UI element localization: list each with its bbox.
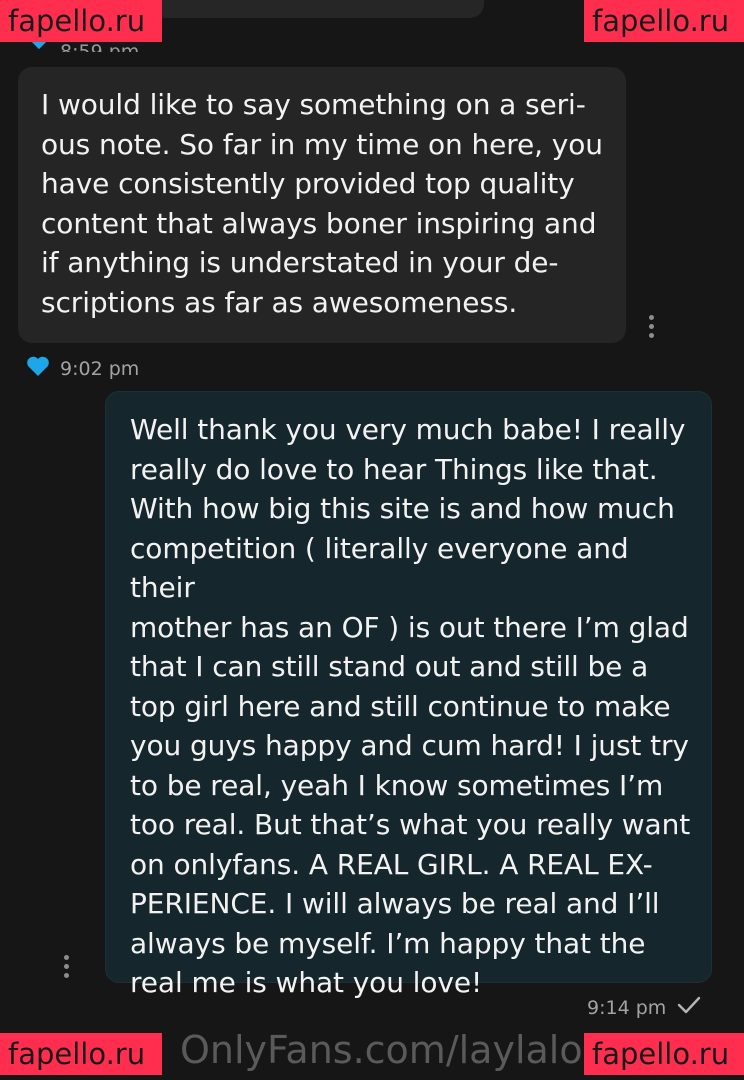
sent-message-time: 9:14 pm [587, 996, 667, 1019]
previous-message-bubble[interactable] [150, 0, 484, 18]
sent-message-bubble[interactable]: Well thank you very much babe! I really … [105, 391, 712, 999]
watermark-bottom-right: fapello.ru [584, 1033, 744, 1075]
received-message-meta: 9:02 pm [26, 355, 139, 382]
received-message-time: 9:02 pm [60, 357, 140, 380]
onlyfans-watermark: OnlyFans.com/laylalo [180, 1028, 583, 1072]
received-message-more-icon[interactable] [649, 315, 655, 338]
previous-message-time: 8:59 pm [60, 41, 140, 52]
heart-icon[interactable] [26, 355, 50, 382]
sent-message-more-icon[interactable] [64, 955, 70, 978]
sent-message-meta: 9:14 pm [587, 995, 702, 1020]
received-message-bubble[interactable]: I would like to say something on a seri-… [18, 67, 626, 343]
checkmark-icon [676, 995, 702, 1020]
watermark-top-left: fapello.ru [0, 0, 162, 42]
watermark-bottom-left: fapello.ru [0, 1033, 162, 1075]
sent-message-text: Well thank you very much babe! I really … [130, 413, 691, 999]
chat-screen: 8:59 pm I would like to say something on… [0, 0, 744, 1080]
received-message-text: I would like to say something on a seri-… [41, 88, 603, 319]
watermark-top-right: fapello.ru [584, 0, 744, 42]
